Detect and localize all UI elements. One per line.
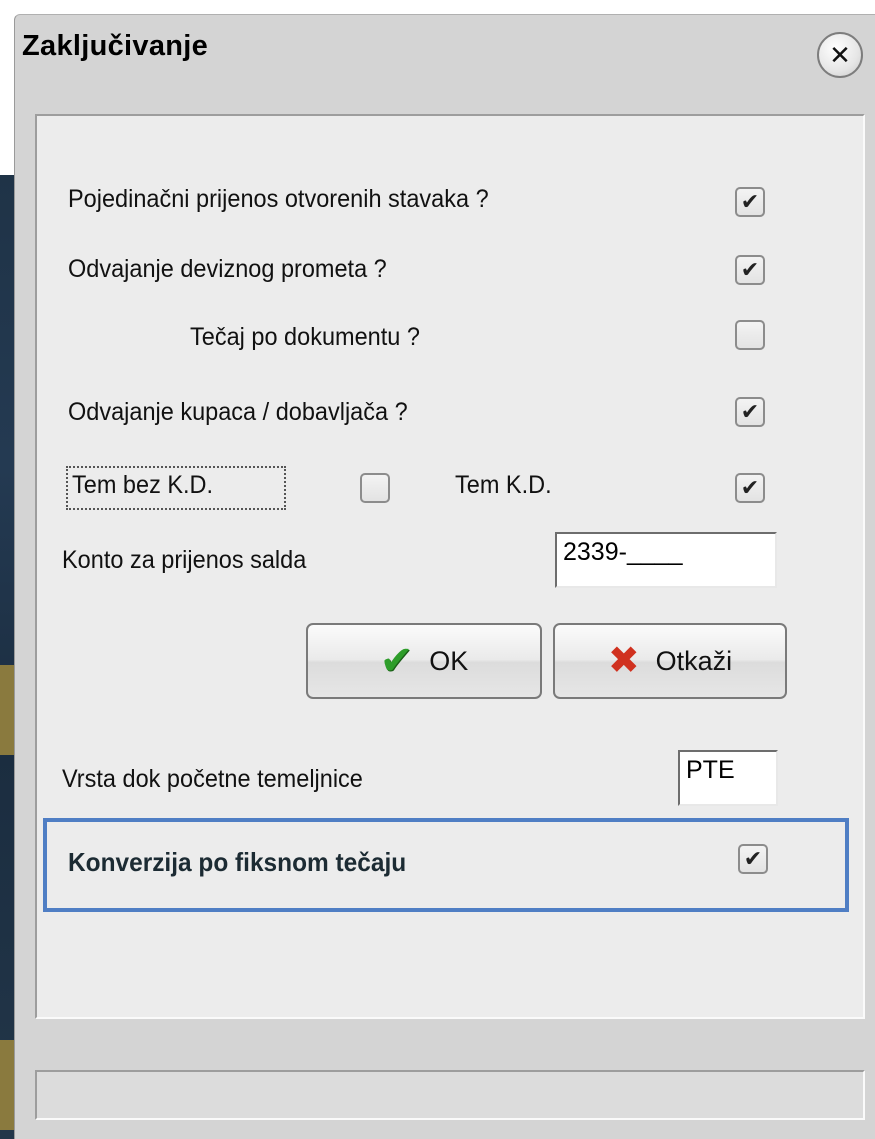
pojedinacni-prijenos-checkbox[interactable]: ✔ xyxy=(735,187,765,217)
konverzija-checkbox[interactable]: ✔ xyxy=(738,844,768,874)
checkmark-icon: ✔ xyxy=(740,399,760,424)
ok-button[interactable]: ✔ OK xyxy=(306,623,542,699)
konto-input[interactable]: 2339-____ xyxy=(555,532,777,588)
status-bar xyxy=(35,1070,865,1120)
background-ornament xyxy=(0,1040,14,1130)
checkmark-icon: ✔ xyxy=(740,257,760,282)
odvajanje-kupaca-label: Odvajanje kupaca / dobavljača ? xyxy=(68,398,408,426)
checkmark-icon: ✔ xyxy=(743,846,763,871)
tem-bez-kd-label[interactable]: Tem bez K.D. xyxy=(72,471,213,500)
konverzija-label: Konverzija po fiksnom tečaju xyxy=(68,847,407,877)
ok-button-label: OK xyxy=(429,645,469,676)
odvajanje-kupaca-checkbox[interactable]: ✔ xyxy=(735,397,765,427)
vrsta-dok-input[interactable]: PTE xyxy=(678,750,778,806)
checkmark-icon: ✔ xyxy=(740,475,760,500)
tecaj-po-dokumentu-label: Tečaj po dokumentu ? xyxy=(190,323,420,351)
checkmark-icon: ✔ xyxy=(740,189,760,214)
close-icon[interactable]: ✕ xyxy=(817,32,863,78)
vrsta-dok-label: Vrsta dok početne temeljnice xyxy=(62,765,363,793)
green-check-icon: ✔ xyxy=(379,639,414,683)
devizni-promet-checkbox[interactable]: ✔ xyxy=(735,255,765,285)
cancel-button[interactable]: ✖ Otkaži xyxy=(553,623,787,699)
dialog-title: Zaključivanje xyxy=(22,30,209,62)
red-x-icon: ✖ xyxy=(607,640,640,682)
tem-bez-kd-checkbox[interactable] xyxy=(360,473,390,503)
cancel-button-label: Otkaži xyxy=(655,645,733,676)
konto-label: Konto za prijenos salda xyxy=(62,546,307,574)
tem-kd-checkbox[interactable]: ✔ xyxy=(735,473,765,503)
tem-kd-label: Tem K.D. xyxy=(455,471,552,499)
background-ornament xyxy=(0,665,14,755)
tecaj-po-dokumentu-checkbox[interactable] xyxy=(735,320,765,350)
devizni-promet-label: Odvajanje deviznog prometa ? xyxy=(68,255,387,283)
close-glyph: ✕ xyxy=(829,39,851,70)
pojedinacni-prijenos-label: Pojedinačni prijenos otvorenih stavaka ? xyxy=(68,185,489,213)
